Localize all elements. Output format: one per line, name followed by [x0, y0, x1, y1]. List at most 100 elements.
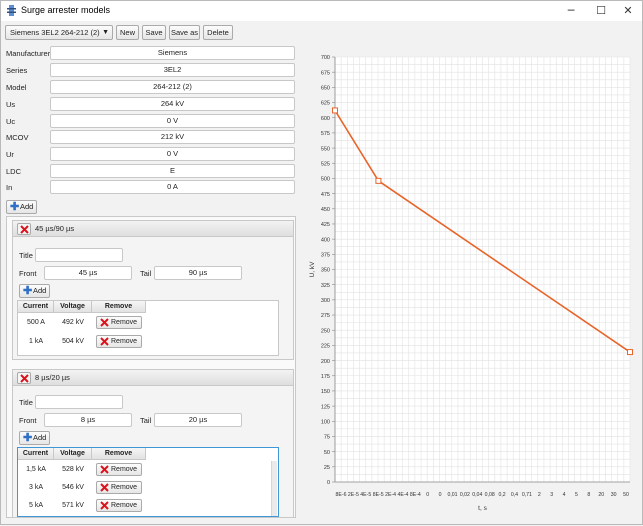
pulses-scroll-pane[interactable]: 45 µs/90 µs Title Front 45 µs Tail 90 µs…	[6, 216, 296, 518]
y-tick-label: 575	[321, 131, 330, 137]
manufacturer-label: Manufacturer	[6, 49, 51, 58]
in-field[interactable]: 0 A	[50, 180, 295, 194]
add-point-button[interactable]: ✚ Add	[19, 284, 51, 298]
y-tick-label: 125	[321, 404, 330, 410]
add-point-button[interactable]: ✚ Add	[19, 431, 51, 445]
remove-row-button[interactable]: Remove	[96, 463, 142, 476]
uc-field[interactable]: 0 V	[50, 114, 295, 128]
y-tick-label: 200	[321, 359, 330, 365]
series-label: Series	[6, 66, 28, 75]
front-field[interactable]: 45 µs	[44, 266, 132, 280]
x-tick-label: 0,04	[472, 492, 482, 498]
remove-row-button[interactable]: Remove	[96, 499, 142, 512]
y-tick-label: 375	[321, 253, 330, 259]
title-field[interactable]	[35, 395, 123, 409]
y-tick-label: 425	[321, 222, 330, 228]
y-tick-label: 450	[321, 207, 330, 213]
ur-field[interactable]: 0 V	[50, 147, 295, 161]
y-tick-label: 0	[327, 480, 330, 486]
model-field[interactable]: 264-212 (2)	[50, 80, 295, 94]
add-point-label: Add	[33, 286, 47, 295]
column-header-remove[interactable]: Remove	[92, 448, 146, 460]
x-tick-label: 8E-6	[336, 492, 347, 498]
new-button[interactable]: New	[116, 25, 139, 40]
red-x-icon	[100, 465, 109, 474]
y-tick-label: 550	[321, 146, 330, 152]
y-tick-label: 25	[324, 465, 330, 471]
remove-row-button[interactable]: Remove	[96, 335, 142, 348]
front-label: Front	[19, 416, 37, 425]
y-tick-label: 175	[321, 374, 330, 380]
y-tick-label: 75	[324, 435, 330, 441]
ldc-field[interactable]: E	[50, 164, 295, 178]
column-header-remove[interactable]: Remove	[92, 301, 146, 313]
x-tick-label: 0,01	[447, 492, 457, 498]
voltage-cell: 504 kV	[62, 338, 84, 345]
model-label: Model	[6, 83, 27, 92]
column-header-voltage[interactable]: Voltage	[54, 301, 92, 313]
front-field[interactable]: 8 µs	[44, 413, 132, 427]
red-x-icon	[100, 501, 109, 510]
tail-label: Tail	[140, 269, 152, 278]
ur-label: Ur	[6, 150, 14, 159]
mcov-field[interactable]: 212 kV	[50, 130, 295, 144]
remove-pulse-button[interactable]	[17, 223, 31, 235]
x-tick-label: 4	[563, 492, 566, 498]
model-select[interactable]: Siemens 3EL2 264-212 (2) ▼	[5, 25, 113, 40]
pulse-panel: 45 µs/90 µs Title Front 45 µs Tail 90 µs…	[12, 220, 294, 360]
title-field[interactable]	[35, 248, 123, 262]
data-point	[627, 349, 633, 356]
pulse-name: 45 µs/90 µs	[35, 224, 75, 233]
save-button[interactable]: Save	[142, 25, 166, 40]
x-tick-label: 2E-5	[348, 492, 359, 498]
x-tick-label: 0,02	[460, 492, 470, 498]
y-tick-label: 325	[321, 283, 330, 289]
red-x-icon	[100, 337, 109, 346]
y-tick-label: 475	[321, 192, 330, 198]
y-tick-label: 700	[321, 55, 330, 61]
tail-field[interactable]: 20 µs	[154, 413, 242, 427]
tail-field[interactable]: 90 µs	[154, 266, 242, 280]
table-scrollbar[interactable]	[271, 461, 277, 516]
remove-label: Remove	[111, 338, 138, 345]
uc-label: Uc	[6, 117, 16, 126]
x-tick-label: 0,2	[498, 492, 505, 498]
column-header-current[interactable]: Current	[18, 448, 54, 460]
x-tick-label: 8	[587, 492, 590, 498]
y-tick-label: 250	[321, 328, 330, 334]
in-label: In	[6, 183, 13, 192]
current-cell: 1 kA	[28, 338, 43, 345]
remove-row-button[interactable]: Remove	[96, 481, 142, 494]
x-tick-label: 0,4	[511, 492, 518, 498]
x-tick-label: 2E-4	[385, 492, 396, 498]
manufacturer-field[interactable]: Siemens	[50, 46, 295, 60]
delete-button[interactable]: Delete	[203, 25, 233, 40]
remove-pulse-button[interactable]	[17, 372, 31, 384]
column-header-voltage[interactable]: Voltage	[54, 448, 92, 460]
voltage-cell: 571 kV	[62, 502, 84, 509]
maximize-button[interactable]: ☐	[586, 1, 616, 21]
current-cell: 1,5 kA	[26, 466, 46, 473]
minimize-button[interactable]: ─	[556, 1, 586, 21]
add-pulse-button[interactable]: ✚ Add	[6, 200, 38, 214]
remove-label: Remove	[111, 466, 138, 473]
x-tick-label: 5	[575, 492, 578, 498]
points-table[interactable]: Current Voltage Remove 500 A 492 kV Remo…	[17, 300, 279, 356]
y-tick-label: 300	[321, 298, 330, 304]
x-tick-label: 0	[426, 492, 429, 498]
us-field[interactable]: 264 kV	[50, 97, 295, 111]
save-as-button[interactable]: Save as	[169, 25, 200, 40]
points-table[interactable]: Current Voltage Remove 1,5 kA 528 kV Rem…	[17, 447, 279, 517]
pulse-header: 45 µs/90 µs	[13, 221, 293, 237]
voltage-cell: 546 kV	[62, 484, 84, 491]
x-tick-label: 0,71	[522, 492, 532, 498]
remove-row-button[interactable]: Remove	[96, 316, 142, 329]
title-label: Title	[19, 251, 33, 260]
red-x-icon	[20, 225, 29, 234]
data-point	[375, 177, 382, 184]
column-header-current[interactable]: Current	[18, 301, 54, 313]
x-tick-label: 2	[538, 492, 541, 498]
series-field[interactable]: 3EL2	[50, 63, 295, 77]
x-tick-label: 8E-4	[410, 492, 421, 498]
close-button[interactable]: ✕	[613, 1, 643, 21]
